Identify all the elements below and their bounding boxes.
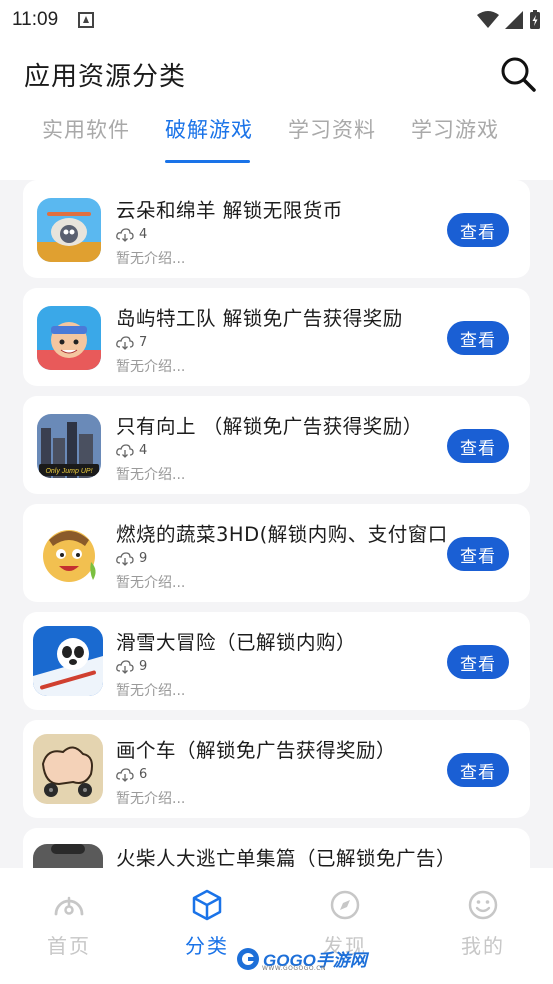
home-dashboard-icon — [54, 896, 84, 916]
nav-home[interactable]: 首页 — [19, 888, 119, 959]
sheep-game-icon — [37, 198, 101, 262]
category-box-icon — [192, 889, 222, 921]
download-count: 4 — [116, 443, 147, 458]
cloud-download-icon — [116, 227, 134, 242]
burning-vegetable-game-icon — [37, 522, 101, 586]
download-count: 4 — [116, 227, 147, 242]
list-item[interactable]: 画个车（解锁免广告获得奖励） 6 暂无介绍... 查看 — [23, 720, 530, 818]
nav-profile[interactable]: 我的 — [433, 888, 533, 959]
nav-label: 我的 — [461, 934, 505, 958]
cloud-download-icon — [116, 659, 134, 674]
header: 应用资源分类 实用软件 破解游戏 学习资料 学习游戏 — [0, 40, 553, 180]
cloud-download-icon — [116, 551, 134, 566]
list-item[interactable]: 火柴人大逃亡单集篇（已解锁免广告） — [23, 828, 530, 868]
gogo-logo-icon — [237, 947, 259, 970]
view-button[interactable]: 查看 — [447, 321, 509, 355]
category-tabs: 实用软件 破解游戏 学习资料 学习游戏 — [0, 112, 553, 163]
download-count-value: 9 — [139, 659, 148, 674]
battery-icon — [530, 10, 540, 29]
list-item[interactable]: 滑雪大冒险（已解锁内购） 9 暂无介绍... 查看 — [23, 612, 530, 710]
icon-caption: Only Jump UP! — [45, 468, 92, 475]
list-item[interactable]: 云朵和绵羊 解锁无限货币 4 暂无介绍... 查看 — [23, 180, 530, 278]
search-button[interactable] — [498, 54, 538, 94]
view-button[interactable]: 查看 — [447, 645, 509, 679]
status-bar: 11:09 — [0, 0, 553, 40]
app-title: 火柴人大逃亡单集篇（已解锁免广告） — [116, 847, 446, 868]
signal-icon — [505, 11, 523, 29]
app-title: 燃烧的蔬菜3HD(解锁内购、支付窗口) — [116, 523, 446, 546]
app-title: 画个车（解锁免广告获得奖励） — [116, 739, 397, 762]
download-count: 6 — [116, 767, 147, 782]
view-button[interactable]: 查看 — [447, 753, 509, 787]
download-count: 9 — [116, 551, 147, 566]
app-title: 云朵和绵羊 解锁无限货币 — [116, 199, 343, 222]
download-count: 9 — [116, 659, 147, 674]
only-jump-up-game-icon: Only Jump UP! — [37, 414, 101, 478]
app-title: 岛屿特工队 解锁免广告获得奖励 — [116, 307, 403, 330]
app-description: 暂无介绍... — [116, 359, 186, 375]
download-count-value: 4 — [139, 227, 148, 242]
download-count-value: 7 — [139, 335, 148, 350]
notification-a-icon — [78, 12, 95, 28]
cloud-download-icon — [116, 443, 134, 458]
list-item[interactable]: Only Jump UP! 只有向上 （解锁免广告获得奖励） 4 暂无介绍...… — [23, 396, 530, 494]
stickman-game-icon — [33, 844, 103, 868]
view-button[interactable]: 查看 — [447, 429, 509, 463]
search-icon — [501, 57, 536, 92]
smiley-profile-icon — [468, 890, 498, 920]
tab-study-materials[interactable]: 学习资料 — [288, 114, 376, 144]
watermark-url: WWW.GOGOGO.CN — [262, 965, 326, 972]
app-description: 暂无介绍... — [116, 467, 186, 483]
list-item[interactable]: 燃烧的蔬菜3HD(解锁内购、支付窗口) 9 暂无介绍... 查看 — [23, 504, 530, 602]
active-tab-indicator — [165, 160, 250, 163]
list-item[interactable]: 岛屿特工队 解锁免广告获得奖励 7 暂无介绍... 查看 — [23, 288, 530, 386]
app-description: 暂无介绍... — [116, 683, 186, 699]
view-button[interactable]: 查看 — [447, 213, 509, 247]
tab-cracked-games[interactable]: 破解游戏 — [165, 114, 253, 144]
wifi-icon — [477, 11, 499, 28]
page-title: 应用资源分类 — [24, 62, 187, 92]
status-time: 11:09 — [12, 9, 59, 30]
app-list: 云朵和绵羊 解锁无限货币 4 暂无介绍... 查看 岛屿特工队 解锁免广告获得奖… — [0, 180, 553, 868]
download-count-value: 9 — [139, 551, 148, 566]
view-button[interactable]: 查看 — [447, 537, 509, 571]
compass-icon — [330, 890, 360, 920]
tab-study-games[interactable]: 学习游戏 — [411, 114, 499, 144]
app-description: 暂无介绍... — [116, 251, 186, 267]
ski-safari-game-icon — [33, 626, 103, 696]
app-description: 暂无介绍... — [116, 791, 186, 807]
watermark-logo: GOGO手游网 WWW.GOGOGO.CN — [236, 946, 367, 972]
app-title: 滑雪大冒险（已解锁内购） — [116, 631, 357, 654]
nav-label: 首页 — [47, 934, 91, 958]
app-description: 暂无介绍... — [116, 575, 186, 591]
status-icons — [477, 10, 541, 30]
cloud-download-icon — [116, 335, 134, 350]
download-count: 7 — [116, 335, 147, 350]
cloud-download-icon — [116, 767, 134, 782]
download-count-value: 4 — [139, 443, 148, 458]
island-agent-game-icon — [37, 306, 101, 370]
download-count-value: 6 — [139, 767, 148, 782]
tab-utility-software[interactable]: 实用软件 — [42, 114, 130, 144]
app-title: 只有向上 （解锁免广告获得奖励） — [116, 415, 423, 438]
draw-car-game-icon — [33, 734, 103, 804]
